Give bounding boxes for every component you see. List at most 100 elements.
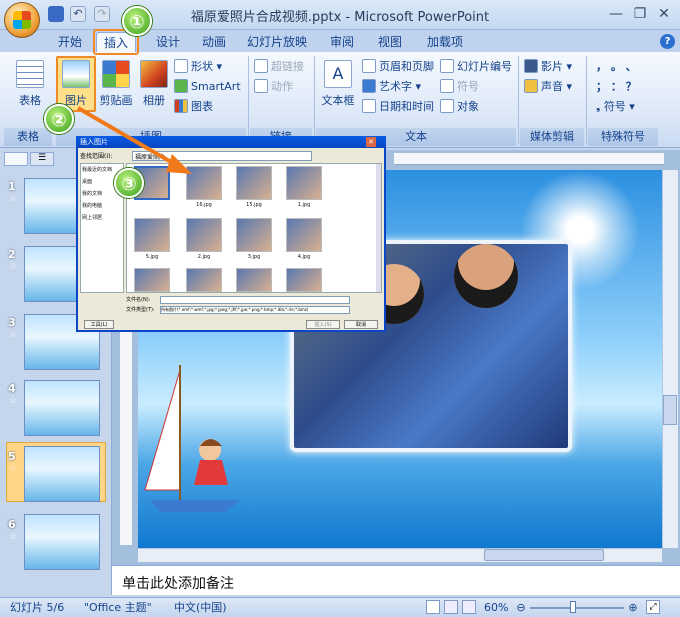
zoom-level[interactable]: 60% bbox=[484, 600, 508, 616]
window-title: 福原爱照片合成视频.pptx - Microsoft PowerPoint bbox=[190, 10, 490, 25]
file-name: 5.jpg bbox=[145, 254, 159, 260]
slide-number: 6 bbox=[8, 518, 16, 531]
transition-star-icon: ☆ bbox=[9, 194, 18, 204]
table-icon bbox=[16, 60, 44, 88]
datetime-icon bbox=[362, 99, 376, 113]
filetype-label: 文件类型(T): bbox=[126, 307, 155, 313]
tab-addins[interactable]: 加载项 bbox=[418, 32, 472, 52]
file-thumbnail[interactable] bbox=[236, 218, 272, 252]
smartart-button[interactable]: SmartArt bbox=[174, 78, 241, 96]
tab-outline[interactable]: ☰ bbox=[30, 152, 54, 166]
normal-view-icon[interactable] bbox=[426, 600, 440, 614]
sound-button[interactable]: 声音 ▾ bbox=[524, 78, 572, 96]
slide-thumbnail-6[interactable] bbox=[24, 514, 100, 570]
tab-home[interactable]: 开始 bbox=[50, 32, 90, 52]
transition-star-icon: ☆ bbox=[9, 396, 18, 406]
slide-number: 3 bbox=[8, 316, 16, 329]
textbox-button[interactable]: A 文本框 bbox=[318, 60, 358, 108]
symbol-label: 符号 bbox=[457, 80, 479, 93]
file-thumbnail[interactable] bbox=[236, 268, 272, 292]
slide-number-button[interactable]: 幻灯片编号 bbox=[440, 58, 512, 76]
tab-slides[interactable] bbox=[4, 152, 28, 166]
filetype-select[interactable]: 所有图片(*.emf;*.wmf;*.jpg;*.jpeg;*.jfif;*.j… bbox=[160, 306, 350, 314]
textbox-icon: A bbox=[324, 60, 352, 88]
group-label-tables: 表格 bbox=[4, 128, 52, 146]
hyperlink-button[interactable]: 超链接 bbox=[254, 58, 304, 76]
file-thumbnail[interactable] bbox=[134, 268, 170, 292]
cancel-button[interactable]: 取消 bbox=[344, 320, 378, 329]
movie-button[interactable]: 影片 ▾ bbox=[524, 58, 572, 76]
object-label: 对象 bbox=[457, 100, 479, 113]
punctuation-row-2[interactable]: ； ： ？ bbox=[596, 78, 637, 96]
movie-label: 影片 bbox=[541, 60, 563, 73]
vertical-scroll-thumb[interactable] bbox=[663, 395, 677, 425]
zoom-in-icon[interactable]: ⊕ bbox=[626, 600, 640, 616]
file-name: 16.jpg bbox=[196, 202, 212, 208]
maximize-button[interactable]: ❐ bbox=[628, 4, 652, 24]
object-button[interactable]: 对象 bbox=[440, 98, 479, 116]
slide-number-label: 幻灯片编号 bbox=[457, 60, 512, 73]
dialog-close-icon[interactable]: ✕ bbox=[366, 137, 376, 147]
file-name: 3.jpg bbox=[247, 254, 261, 260]
zoom-slider-thumb[interactable] bbox=[570, 601, 576, 613]
symbol-icon bbox=[440, 79, 454, 93]
save-icon[interactable] bbox=[48, 6, 64, 22]
file-thumbnail[interactable] bbox=[134, 218, 170, 252]
action-label: 动作 bbox=[271, 80, 293, 93]
file-thumbnail[interactable] bbox=[186, 268, 222, 292]
file-thumbnail[interactable] bbox=[286, 268, 322, 292]
place-network[interactable]: 网上邻居 bbox=[82, 214, 102, 221]
header-footer-button[interactable]: 页眉和页脚 bbox=[362, 58, 434, 76]
sailboat-girl-clipart bbox=[144, 365, 240, 512]
hyperlink-label: 超链接 bbox=[271, 60, 304, 73]
place-documents[interactable]: 我的文档 bbox=[82, 190, 102, 197]
file-list-scrollbar[interactable] bbox=[376, 164, 381, 292]
vertical-scrollbar[interactable] bbox=[662, 170, 678, 548]
tab-view[interactable]: 视图 bbox=[370, 32, 410, 52]
action-button[interactable]: 动作 bbox=[254, 78, 293, 96]
zoom-out-icon[interactable]: ⊖ bbox=[514, 600, 528, 616]
separator bbox=[518, 56, 519, 144]
slide-thumbnail-4[interactable] bbox=[24, 380, 100, 436]
minimize-button[interactable]: — bbox=[604, 4, 628, 24]
filename-label: 文件名(N): bbox=[126, 297, 151, 303]
header-footer-label: 页眉和页脚 bbox=[379, 60, 434, 73]
slide-number-icon bbox=[440, 59, 454, 73]
horizontal-scroll-thumb[interactable] bbox=[484, 549, 604, 561]
tab-slideshow[interactable]: 幻灯片放映 bbox=[244, 32, 310, 52]
undo-icon[interactable]: ↶ bbox=[70, 6, 86, 22]
file-thumbnail[interactable] bbox=[286, 218, 322, 252]
step-callout-1: ① bbox=[122, 6, 152, 36]
file-thumbnail[interactable] bbox=[286, 166, 322, 200]
punctuation-row-1[interactable]: ， 。 、 bbox=[596, 58, 637, 76]
zoom-slider[interactable] bbox=[530, 607, 624, 609]
file-thumbnail[interactable] bbox=[186, 218, 222, 252]
notes-pane[interactable]: 单击此处添加备注 bbox=[112, 565, 680, 595]
fit-to-window-icon[interactable]: ⤢ bbox=[646, 600, 660, 614]
help-icon[interactable]: ? bbox=[660, 34, 675, 49]
slide-sorter-icon[interactable] bbox=[444, 600, 458, 614]
shapes-button[interactable]: 形状 ▾ bbox=[174, 58, 222, 76]
wordart-button[interactable]: 艺术字 ▾ bbox=[362, 78, 421, 96]
tab-design[interactable]: 设计 bbox=[148, 32, 188, 52]
insert-button[interactable]: 插入(S) bbox=[306, 320, 340, 329]
tools-button[interactable]: 工具(L) bbox=[84, 320, 114, 329]
filename-input[interactable] bbox=[160, 296, 350, 304]
table-button[interactable]: 表格 bbox=[8, 60, 52, 108]
datetime-button[interactable]: 日期和时间 bbox=[362, 98, 434, 116]
special-symbol-button[interactable]: ❟ 符号 ▾ bbox=[596, 98, 635, 116]
office-button[interactable] bbox=[4, 2, 40, 38]
sound-label: 声音 bbox=[541, 80, 563, 93]
slideshow-view-icon[interactable] bbox=[462, 600, 476, 614]
slide-number: 2 bbox=[8, 248, 16, 261]
tab-animation[interactable]: 动画 bbox=[194, 32, 234, 52]
transition-star-icon: ☆ bbox=[9, 464, 18, 474]
redo-icon[interactable]: ↷ bbox=[94, 6, 110, 22]
place-computer[interactable]: 我的电脑 bbox=[82, 202, 102, 209]
file-thumbnail[interactable] bbox=[236, 166, 272, 200]
close-button[interactable]: ✕ bbox=[652, 4, 676, 24]
slide-thumbnail-5[interactable] bbox=[24, 446, 100, 502]
tab-review[interactable]: 审阅 bbox=[322, 32, 362, 52]
symbol-button[interactable]: 符号 bbox=[440, 78, 479, 96]
file-name: 4.jpg bbox=[297, 254, 311, 260]
